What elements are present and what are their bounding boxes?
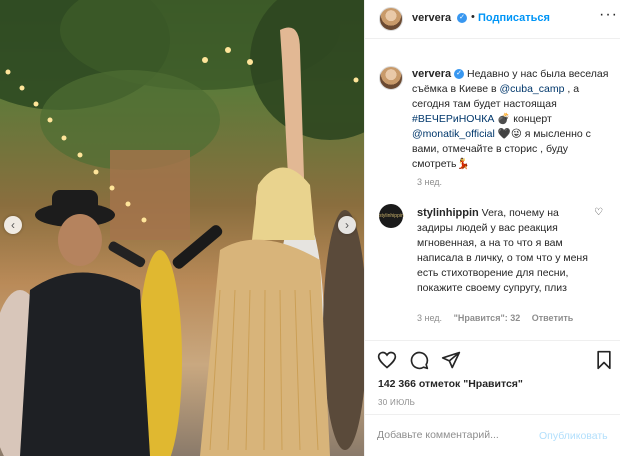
comments-list[interactable]: ververa ✓ Недавно у нас была веселая съё… [365, 40, 620, 340]
comment-likes-count[interactable]: "Нравится": 32 [454, 313, 521, 323]
caption-username[interactable]: ververa [412, 68, 451, 80]
save-bookmark-icon[interactable] [595, 350, 613, 370]
caption-text: ververa ✓ Недавно у нас была веселая съё… [412, 67, 612, 172]
carousel-next-button[interactable]: › [338, 216, 356, 234]
caption-timestamp[interactable]: 3 нед. [417, 177, 442, 187]
caption-avatar[interactable] [379, 66, 403, 90]
comment-icon[interactable] [409, 350, 429, 370]
post-side-panel: ververa ✓ • Подписаться ··· ververa ✓ Не… [364, 0, 620, 456]
more-options-icon[interactable]: ··· [599, 6, 618, 24]
mention-cuba-camp[interactable]: @cuba_camp [499, 83, 564, 95]
publish-button[interactable]: Опубликовать [539, 430, 608, 442]
comment-text: stylinhippin Vera, почему на задиры люде… [417, 206, 595, 296]
likes-count[interactable]: 142 366 отметок "Нравится" [378, 378, 523, 390]
post-header: ververa ✓ • Подписаться ··· [365, 0, 620, 39]
concert-scene [0, 0, 364, 456]
commenter-avatar[interactable]: stylinhippin [379, 204, 404, 228]
post-photo[interactable]: ‹ › [0, 0, 364, 456]
comment-like-heart-icon[interactable]: ♡ [594, 207, 603, 218]
author-username[interactable]: ververa [412, 12, 451, 24]
follow-button[interactable]: Подписаться [478, 12, 550, 24]
mention-monatik[interactable]: @monatik_official [412, 128, 495, 140]
caption-text-part: 💣 концерт [494, 113, 552, 125]
carousel-prev-button[interactable]: ‹ [4, 216, 22, 234]
share-direct-icon[interactable] [441, 350, 461, 370]
verified-badge-icon: ✓ [454, 69, 465, 80]
author-avatar[interactable] [379, 7, 403, 31]
commenter-username[interactable]: stylinhippin [417, 207, 479, 219]
reply-button[interactable]: Ответить [532, 313, 574, 323]
post-date[interactable]: 30 ИЮЛЬ [378, 398, 415, 407]
comment-timestamp[interactable]: 3 нед. [417, 313, 442, 323]
separator-dot: • [471, 11, 475, 23]
verified-badge-icon: ✓ [457, 13, 467, 23]
add-comment-form: Опубликовать [365, 414, 620, 456]
like-heart-icon[interactable] [377, 350, 397, 370]
comment-meta: 3 нед. "Нравится": 32 Ответить [417, 313, 582, 323]
post-actions: 142 366 отметок "Нравится" 30 ИЮЛЬ [365, 340, 620, 414]
comment-body: Vera, почему на задиры людей у вас реакц… [417, 207, 588, 294]
comment-input[interactable] [377, 429, 537, 441]
hashtag-link[interactable]: #ВЕЧЕРиНОЧКА [412, 113, 494, 125]
